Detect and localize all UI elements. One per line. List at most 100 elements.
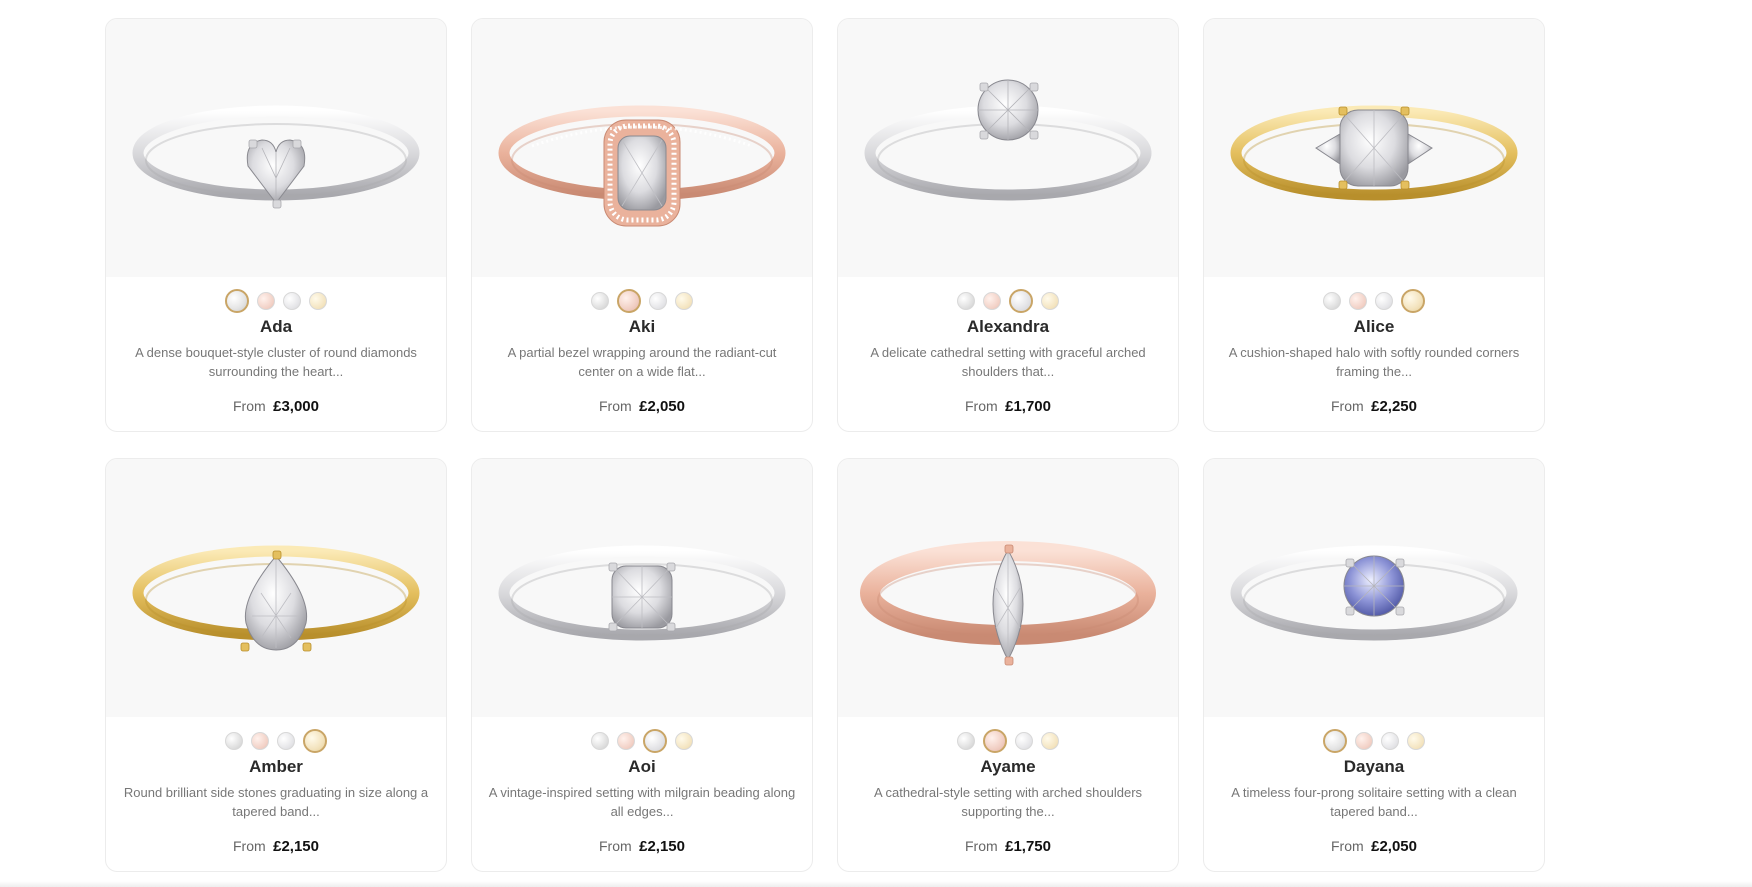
ring-illustration bbox=[498, 545, 786, 641]
product-price: From £2,150 bbox=[472, 838, 812, 856]
price-from-label: From bbox=[964, 398, 998, 414]
price-amount: £2,050 bbox=[1371, 838, 1417, 855]
swatch-plat[interactable] bbox=[1009, 289, 1033, 313]
metal-swatches bbox=[106, 729, 446, 753]
swatch-plat[interactable] bbox=[643, 729, 667, 753]
product-image[interactable] bbox=[1204, 19, 1544, 277]
product-name[interactable]: Dayana bbox=[1204, 757, 1544, 777]
price-amount: £3,000 bbox=[273, 398, 319, 415]
swatch-rose[interactable] bbox=[1349, 292, 1367, 310]
swatch-white[interactable] bbox=[591, 292, 609, 310]
price-from-label: From bbox=[1330, 838, 1364, 854]
product-name[interactable]: Alice bbox=[1204, 317, 1544, 337]
product-name[interactable]: Ayame bbox=[838, 757, 1178, 777]
swatch-white[interactable] bbox=[225, 289, 249, 313]
product-name[interactable]: Alexandra bbox=[838, 317, 1178, 337]
price-from-label: From bbox=[232, 838, 266, 854]
swatch-white[interactable] bbox=[225, 732, 243, 750]
swatch-rose[interactable] bbox=[983, 292, 1001, 310]
metal-swatches bbox=[1204, 289, 1544, 313]
swatch-rose[interactable] bbox=[617, 732, 635, 750]
swatch-yellow[interactable] bbox=[1407, 732, 1425, 750]
product-card-aoi[interactable]: Aoi A vintage-inspired setting with milg… bbox=[471, 458, 813, 872]
swatch-plat[interactable] bbox=[277, 732, 295, 750]
product-card-ayame[interactable]: Ayame A cathedral-style setting with arc… bbox=[837, 458, 1179, 872]
product-card-amber[interactable]: Amber Round brilliant side stones gradua… bbox=[105, 458, 447, 872]
swatch-white[interactable] bbox=[957, 732, 975, 750]
swatch-plat[interactable] bbox=[1375, 292, 1393, 310]
product-image[interactable] bbox=[106, 19, 446, 277]
swatch-plat[interactable] bbox=[1015, 732, 1033, 750]
swatch-yellow[interactable] bbox=[1041, 292, 1059, 310]
swatch-plat[interactable] bbox=[283, 292, 301, 310]
product-card-alexandra[interactable]: Alexandra A delicate cathedral setting w… bbox=[837, 18, 1179, 432]
swatch-yellow[interactable] bbox=[675, 732, 693, 750]
swatch-yellow[interactable] bbox=[309, 292, 327, 310]
price-amount: £1,750 bbox=[1005, 838, 1051, 855]
swatch-rose[interactable] bbox=[251, 732, 269, 750]
ring-illustration bbox=[132, 545, 420, 652]
price-from-label: From bbox=[964, 838, 998, 854]
product-description: A delicate cathedral setting with gracef… bbox=[870, 345, 1146, 379]
swatch-yellow[interactable] bbox=[303, 729, 327, 753]
product-name[interactable]: Amber bbox=[106, 757, 446, 777]
swatch-rose[interactable] bbox=[983, 729, 1007, 753]
ring-illustration bbox=[864, 79, 1152, 201]
ring-illustration bbox=[498, 105, 786, 227]
swatch-rose[interactable] bbox=[257, 292, 275, 310]
product-image[interactable] bbox=[472, 459, 812, 717]
price-from-label: From bbox=[598, 838, 632, 854]
product-name[interactable]: Aoi bbox=[472, 757, 812, 777]
metal-swatches bbox=[472, 729, 812, 753]
swatch-plat[interactable] bbox=[649, 292, 667, 310]
product-image[interactable] bbox=[106, 459, 446, 717]
swatch-white[interactable] bbox=[591, 732, 609, 750]
product-image[interactable] bbox=[472, 19, 812, 277]
swatch-white[interactable] bbox=[1323, 729, 1347, 753]
swatch-yellow[interactable] bbox=[1041, 732, 1059, 750]
ring-illustration bbox=[1230, 545, 1518, 641]
product-description: A cathedral-style setting with arched sh… bbox=[873, 785, 1143, 819]
product-description: A partial bezel wrapping around the radi… bbox=[507, 345, 777, 379]
product-price: From £2,250 bbox=[1204, 398, 1544, 416]
price-from-label: From bbox=[232, 398, 266, 414]
price-amount: £1,700 bbox=[1005, 398, 1051, 415]
product-price: From £1,750 bbox=[838, 838, 1178, 856]
product-description: A vintage-inspired setting with milgrain… bbox=[488, 785, 796, 819]
product-price: From £3,000 bbox=[106, 398, 446, 416]
product-price: From £2,050 bbox=[1204, 838, 1544, 856]
product-image[interactable] bbox=[838, 459, 1178, 717]
product-price: From £2,150 bbox=[106, 838, 446, 856]
price-from-label: From bbox=[1330, 398, 1364, 414]
ring-illustration bbox=[132, 105, 420, 209]
swatch-rose[interactable] bbox=[617, 289, 641, 313]
swatch-white[interactable] bbox=[957, 292, 975, 310]
product-name[interactable]: Ada bbox=[106, 317, 446, 337]
swatch-yellow[interactable] bbox=[1401, 289, 1425, 313]
product-name[interactable]: Aki bbox=[472, 317, 812, 337]
product-grid: Ada A dense bouquet-style cluster of rou… bbox=[105, 18, 1545, 872]
product-image[interactable] bbox=[1204, 459, 1544, 717]
metal-swatches bbox=[1204, 729, 1544, 753]
product-card-ada[interactable]: Ada A dense bouquet-style cluster of rou… bbox=[105, 18, 447, 432]
swatch-white[interactable] bbox=[1323, 292, 1341, 310]
metal-swatches bbox=[838, 729, 1178, 753]
product-card-alice[interactable]: Alice A cushion-shaped halo with softly … bbox=[1203, 18, 1545, 432]
product-description: Round brilliant side stones graduating i… bbox=[123, 785, 429, 819]
product-card-dayana[interactable]: Dayana A timeless four-prong solitaire s… bbox=[1203, 458, 1545, 872]
product-description: A cushion-shaped halo with softly rounde… bbox=[1228, 345, 1520, 379]
metal-swatches bbox=[472, 289, 812, 313]
metal-swatches bbox=[106, 289, 446, 313]
swatch-rose[interactable] bbox=[1355, 732, 1373, 750]
product-price: From £2,050 bbox=[472, 398, 812, 416]
price-amount: £2,150 bbox=[639, 838, 685, 855]
product-card-aki[interactable]: Aki A partial bezel wrapping around the … bbox=[471, 18, 813, 432]
product-description: A dense bouquet-style cluster of round d… bbox=[135, 345, 417, 379]
ring-illustration bbox=[1230, 105, 1518, 201]
swatch-yellow[interactable] bbox=[675, 292, 693, 310]
metal-swatches bbox=[838, 289, 1178, 313]
product-image[interactable] bbox=[838, 19, 1178, 277]
page-bottom-edge bbox=[0, 881, 1752, 887]
swatch-plat[interactable] bbox=[1381, 732, 1399, 750]
price-from-label: From bbox=[598, 398, 632, 414]
